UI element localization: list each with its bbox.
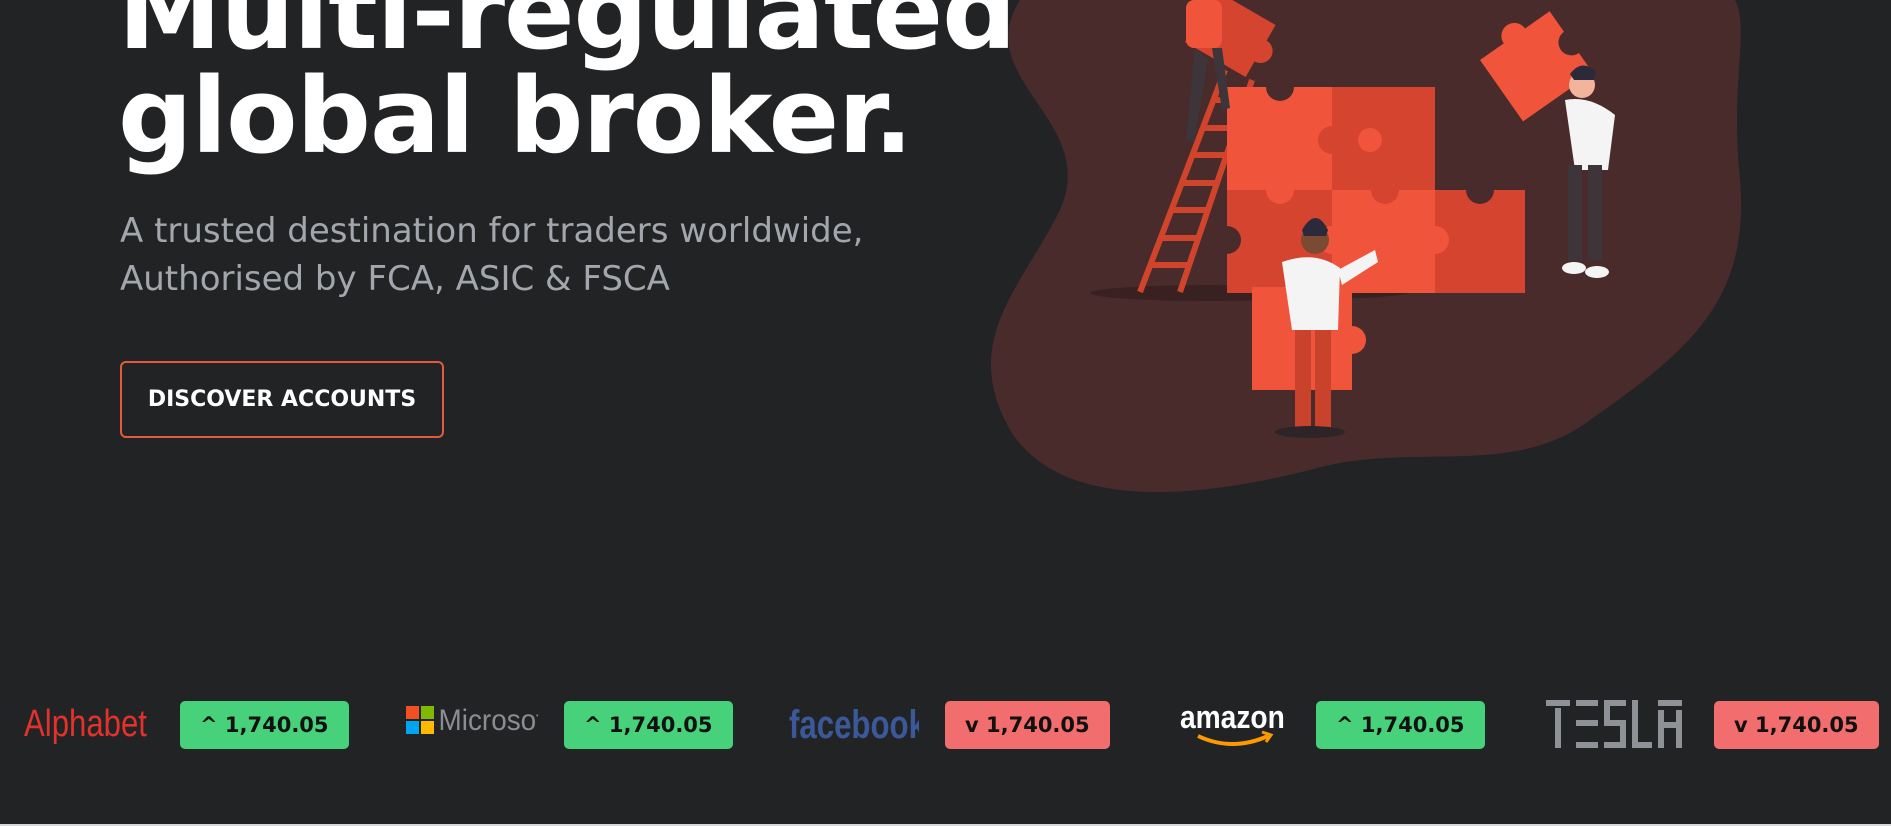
facebook-logo-icon: facebook bbox=[789, 700, 919, 750]
tesla-logo-icon bbox=[1546, 700, 1688, 750]
ticker-item-facebook: facebook v 1,740.05 bbox=[789, 690, 1110, 760]
alphabet-logo-icon: Alphabet bbox=[24, 700, 154, 750]
hero-subtitle-line-1: A trusted destination for traders worldw… bbox=[120, 211, 864, 251]
ticker-item-alphabet: Alphabet ^ 1,740.05 bbox=[24, 690, 349, 760]
svg-text:Alphabet: Alphabet bbox=[24, 703, 147, 745]
ticker-item-amazon: amazon ^ 1,740.05 bbox=[1180, 690, 1485, 760]
ticker-item-tesla: v 1,740.05 bbox=[1546, 690, 1879, 760]
facebook-quote-badge: v 1,740.05 bbox=[945, 701, 1110, 749]
stock-ticker: Alphabet ^ 1,740.05 Microsoft ^ 1,740.05… bbox=[0, 690, 1891, 760]
svg-text:amazon: amazon bbox=[1180, 700, 1285, 735]
hero-title-line-2: global broker. bbox=[118, 55, 913, 177]
discover-accounts-button[interactable]: DISCOVER ACCOUNTS bbox=[120, 361, 444, 438]
amazon-logo-icon: amazon bbox=[1180, 700, 1290, 750]
tesla-quote-badge: v 1,740.05 bbox=[1714, 701, 1879, 749]
svg-text:facebook: facebook bbox=[789, 702, 919, 747]
hero-title: Multi-regulated global broker. bbox=[118, 0, 1017, 177]
svg-text:Microsoft: Microsoft bbox=[439, 704, 538, 737]
puzzle-team-illustration bbox=[990, 0, 1742, 493]
hero-subtitle: A trusted destination for traders worldw… bbox=[120, 207, 863, 303]
hero-subtitle-line-2: Authorised by FCA, ASIC & FSCA bbox=[120, 259, 670, 299]
microsoft-logo-icon: Microsoft bbox=[406, 700, 538, 750]
microsoft-quote-badge: ^ 1,740.05 bbox=[564, 701, 733, 749]
alphabet-quote-badge: ^ 1,740.05 bbox=[180, 701, 349, 749]
ticker-item-microsoft: Microsoft ^ 1,740.05 bbox=[406, 690, 733, 760]
amazon-quote-badge: ^ 1,740.05 bbox=[1316, 701, 1485, 749]
